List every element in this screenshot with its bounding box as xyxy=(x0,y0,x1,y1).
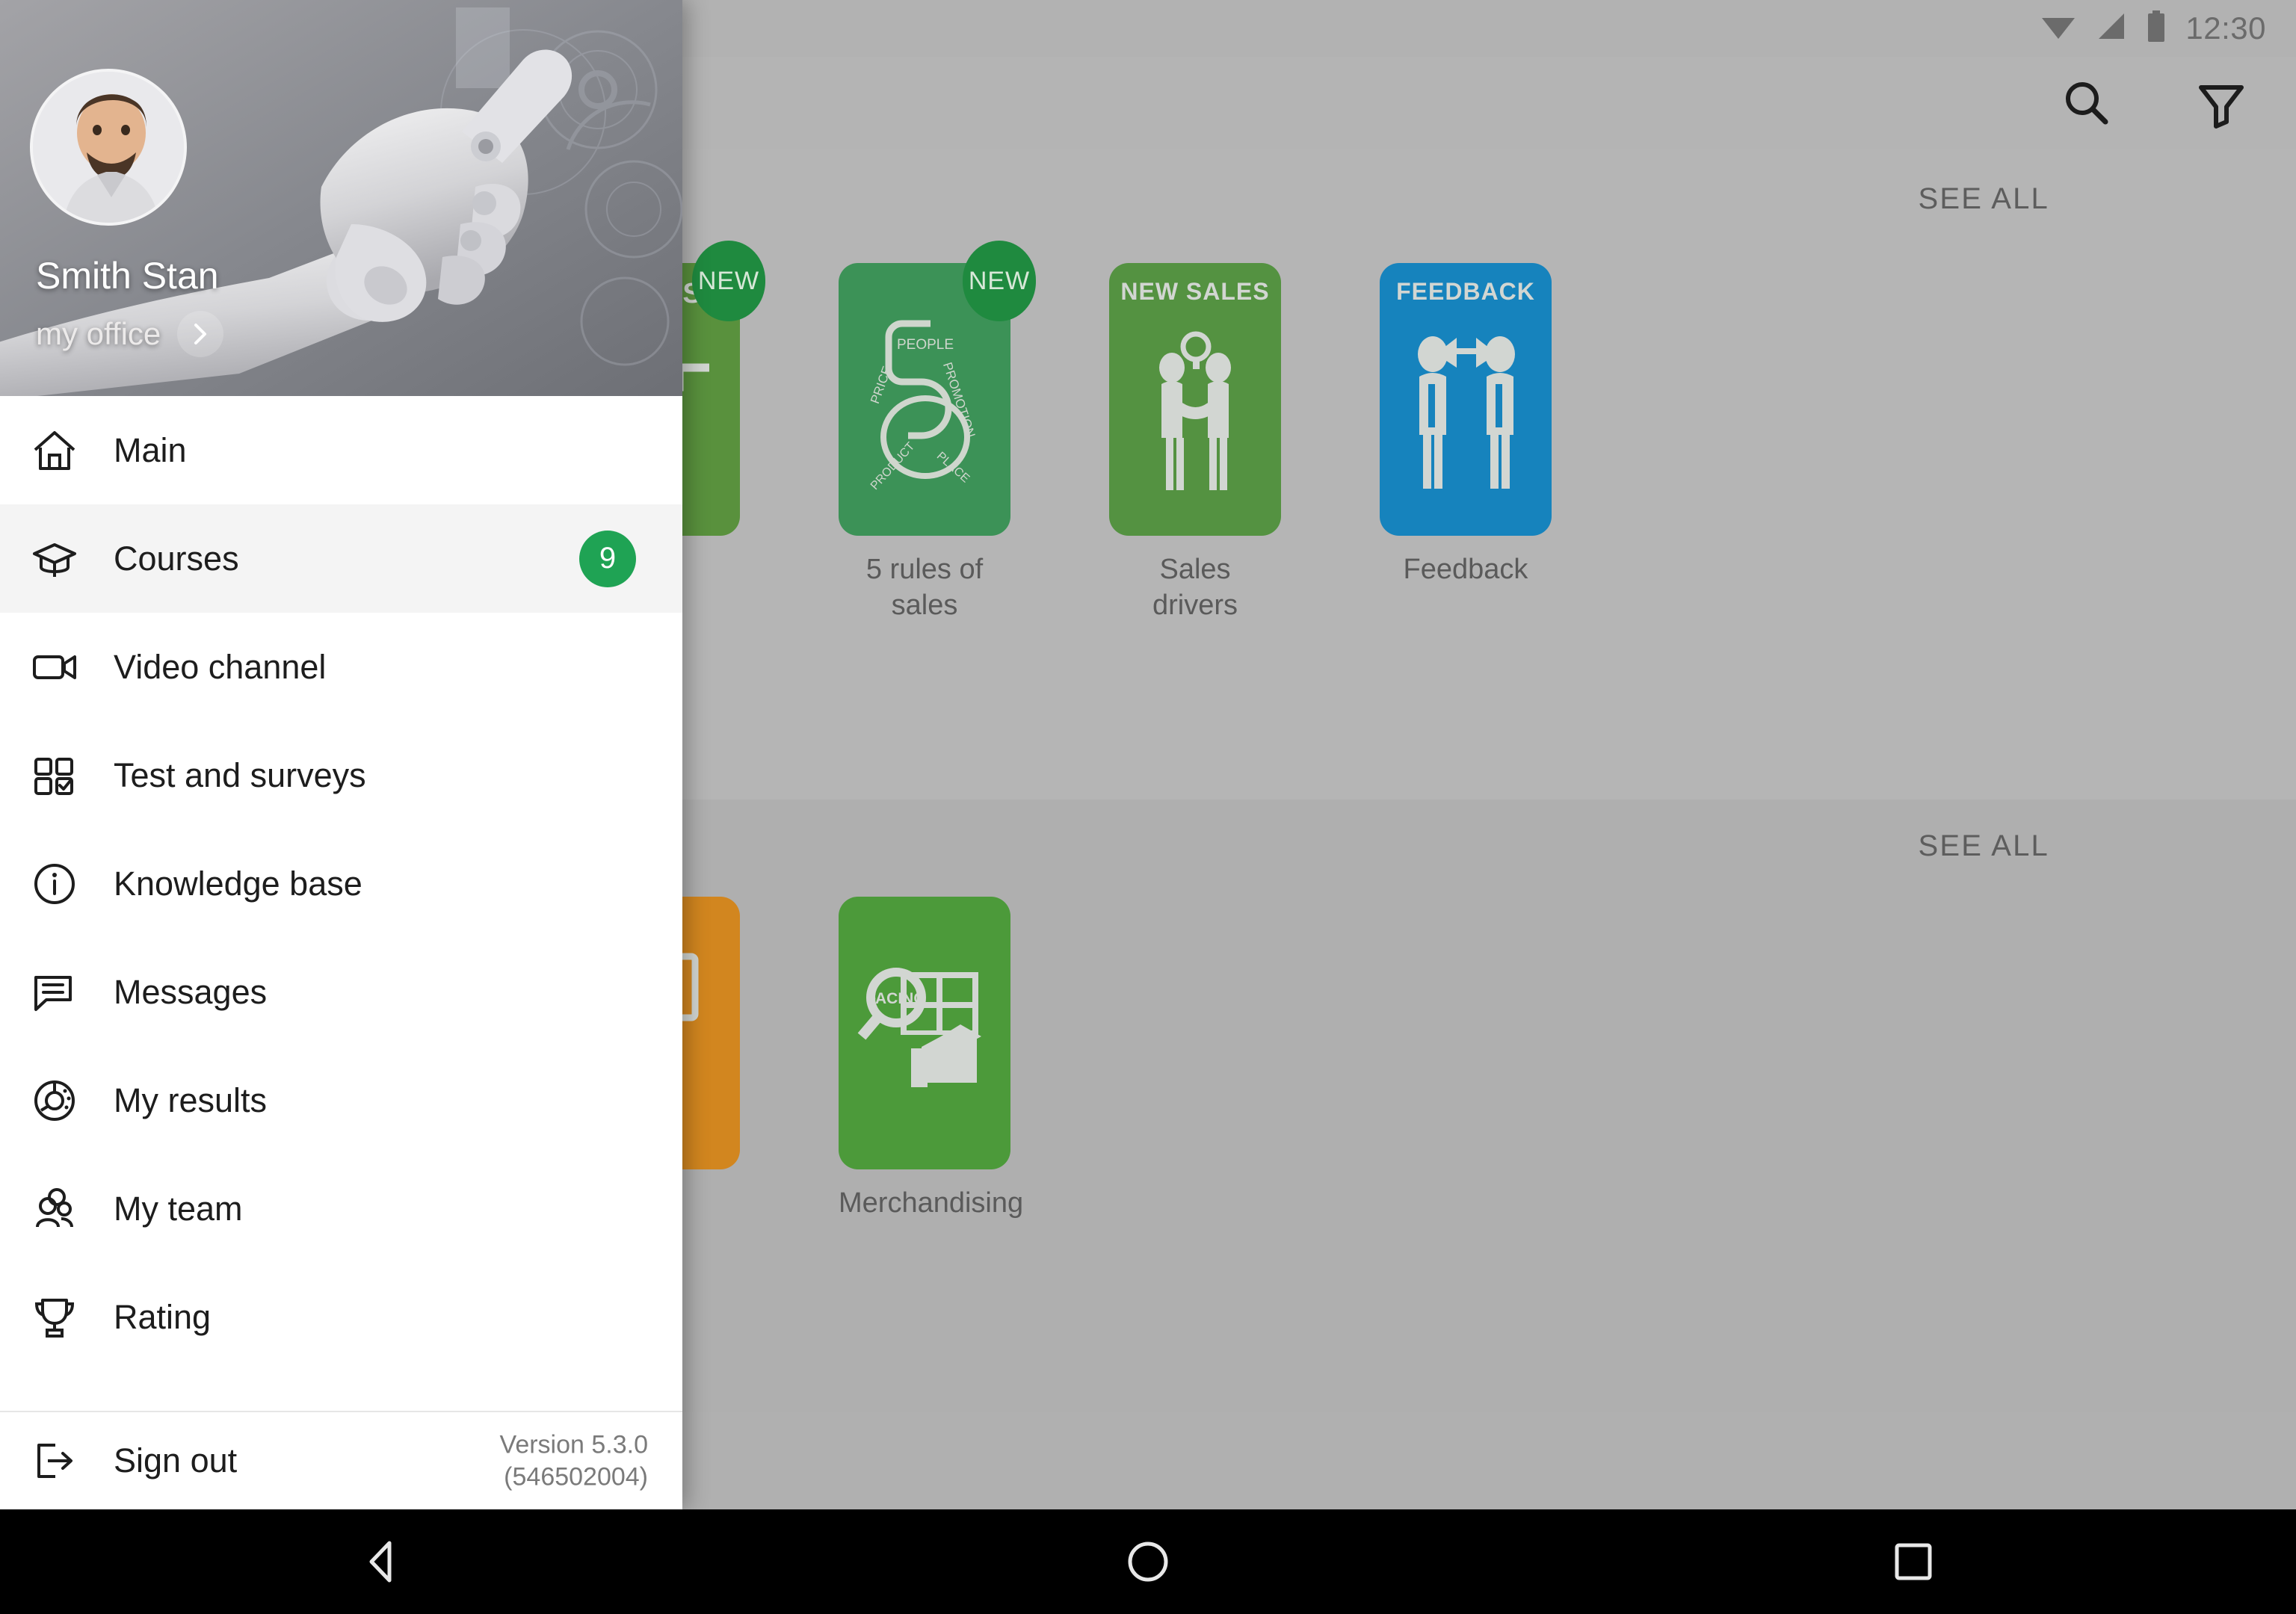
course-tile-feedback-caption: Feedback xyxy=(1380,552,1552,588)
sidebar-item-label: My team xyxy=(114,1189,243,1228)
sidebar-item-video-channel[interactable]: Video channel xyxy=(0,613,682,721)
caption-line-2: sales xyxy=(891,589,958,621)
android-navigation-bar xyxy=(0,1509,2296,1614)
trophy-icon xyxy=(31,1294,97,1341)
course-tile-feedback-title: FEEDBACK xyxy=(1396,278,1535,305)
sidebar-item-knowledge-base[interactable]: Knowledge base xyxy=(0,829,682,938)
course-tile-5-rules[interactable]: PEOPLE PRICE PROMOTION PRODUCT PLACE NEW… xyxy=(839,241,1036,623)
svg-text:PEOPLE: PEOPLE xyxy=(896,337,953,353)
avatar[interactable] xyxy=(30,69,187,226)
caption-line-1: 5 rules of xyxy=(865,554,984,585)
sidebar-item-label: Main xyxy=(114,430,187,469)
new-badge-2: NEW xyxy=(963,241,1036,321)
course-tile-sales-drivers[interactable]: NEW SALES Sales drivers xyxy=(1109,263,1281,623)
chevron-right-icon[interactable] xyxy=(177,311,224,357)
app-version: Version 5.3.0 (546502004) xyxy=(500,1429,648,1493)
version-line-2: (546502004) xyxy=(504,1462,648,1491)
home-circle-icon[interactable] xyxy=(1103,1517,1193,1607)
sidebar-item-messages[interactable]: Messages xyxy=(0,938,682,1046)
app-screen: SEE ALL STEPS NEW в xyxy=(0,0,2296,1614)
sidebar-item-my-team[interactable]: My team xyxy=(0,1154,682,1263)
back-triangle-icon[interactable] xyxy=(338,1517,428,1607)
svg-text:PLACE: PLACE xyxy=(933,449,971,485)
facing-shelf-icon: FACING xyxy=(839,897,1010,1169)
course-tile-sales-drivers-title: NEW SALES xyxy=(1120,278,1270,305)
course-tile-merchandising-caption: Merchandising xyxy=(839,1186,1024,1222)
sidebar-item-my-results[interactable]: My results xyxy=(0,1046,682,1154)
drawer-my-office-row[interactable]: my office xyxy=(36,311,224,357)
navigation-drawer: Smith Stan my office Main Courses 9 Vide… xyxy=(0,0,682,1509)
course-tile-5-rules-caption: 5 rules of sales xyxy=(839,552,1010,623)
course-tile-feedback[interactable]: FEEDBACK Feedback xyxy=(1380,263,1552,588)
search-icon[interactable] xyxy=(2052,69,2121,137)
status-bar-clock: 12:30 xyxy=(2185,10,2266,46)
course-tile-sales-drivers-caption: Sales drivers xyxy=(1109,552,1281,623)
svg-text:PRICE: PRICE xyxy=(868,364,895,405)
sidebar-item-partial-next[interactable] xyxy=(0,1371,682,1411)
pie-chart-icon xyxy=(31,1077,97,1124)
sidebar-item-label: My results xyxy=(114,1080,268,1119)
sign-out-button[interactable]: Sign out xyxy=(114,1441,237,1480)
drawer-user-name: Smith Stan xyxy=(36,255,219,297)
sidebar-item-courses[interactable]: Courses 9 xyxy=(0,504,682,613)
tile-row-1: STEPS NEW в к xyxy=(568,241,1552,623)
sidebar-item-label: Test and surveys xyxy=(114,755,366,794)
course-tile-feedback-image[interactable]: FEEDBACK xyxy=(1380,263,1552,536)
new-badge-1: NEW xyxy=(692,241,765,321)
info-circle-icon xyxy=(31,861,97,907)
bookmark-icon xyxy=(31,1403,97,1412)
caption-line-1: Sales xyxy=(1159,554,1231,585)
svg-text:FACING: FACING xyxy=(866,990,925,1007)
recents-square-icon[interactable] xyxy=(1868,1517,1958,1607)
see-all-link-2[interactable]: SEE ALL xyxy=(1918,829,2049,863)
sidebar-item-label: Courses xyxy=(114,539,239,578)
svg-text:PRODUCT: PRODUCT xyxy=(868,439,917,492)
caption-line-1: Feedback xyxy=(1403,554,1528,585)
course-tile-merchandising[interactable]: FACING Merchandising xyxy=(839,897,1024,1222)
sidebar-item-label: Knowledge base xyxy=(114,864,362,903)
filter-icon[interactable] xyxy=(2187,69,2256,137)
people-icon xyxy=(31,1186,97,1232)
sidebar-item-label: Video channel xyxy=(114,647,327,686)
caption-line-1: Merchandising xyxy=(839,1187,1024,1219)
drawer-menu-list: Main Courses 9 Video channel Test and su… xyxy=(0,396,682,1411)
drawer-footer[interactable]: Sign out Version 5.3.0 (546502004) xyxy=(0,1411,682,1509)
course-tile-merchandising-image[interactable]: FACING xyxy=(839,897,1010,1169)
message-bubble-icon xyxy=(31,969,97,1015)
graduation-cap-icon xyxy=(31,536,97,582)
drawer-user-subtitle: my office xyxy=(36,316,161,351)
cellular-signal-icon xyxy=(2096,12,2127,46)
sign-out-icon xyxy=(31,1438,97,1484)
status-badge: 9 xyxy=(579,530,636,587)
drawer-header[interactable]: Smith Stan my office xyxy=(0,0,682,396)
sidebar-item-test-and-surveys[interactable]: Test and surveys xyxy=(0,721,682,829)
course-tile-sales-drivers-image[interactable]: NEW SALES xyxy=(1109,263,1281,536)
video-camera-icon xyxy=(31,644,97,690)
sidebar-item-main[interactable]: Main xyxy=(0,396,682,504)
checklist-grid-icon xyxy=(31,752,97,799)
sidebar-item-label: Rating xyxy=(114,1297,212,1336)
wifi-icon xyxy=(2040,12,2076,46)
sidebar-item-rating[interactable]: Rating xyxy=(0,1263,682,1371)
version-line-1: Version 5.3.0 xyxy=(499,1430,648,1459)
sidebar-item-label: Messages xyxy=(114,972,268,1011)
caption-line-2: drivers xyxy=(1152,589,1238,621)
battery-icon xyxy=(2147,10,2166,47)
home-icon xyxy=(31,427,97,474)
course-tile-5-rules-image[interactable]: PEOPLE PRICE PROMOTION PRODUCT PLACE NEW xyxy=(839,241,1036,536)
see-all-link-1[interactable]: SEE ALL xyxy=(1918,182,2049,216)
